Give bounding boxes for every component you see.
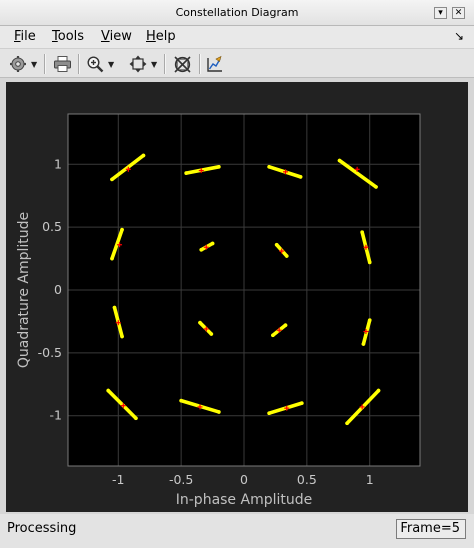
zoom-dropdown-button[interactable]: ▼ [86, 53, 114, 75]
reference-constellation-button[interactable] [173, 53, 192, 75]
chevron-down-icon: ▼ [108, 59, 115, 69]
y-tick-label: 0 [54, 282, 62, 297]
x-tick-label: 1 [366, 472, 374, 487]
menu-file[interactable]: File [14, 29, 36, 44]
received-symbol-point [134, 416, 138, 421]
fit-to-view-icon [129, 55, 147, 73]
toolbar-separator [78, 54, 80, 74]
x-axis-label: In-phase Amplitude [176, 492, 313, 508]
menu-tools[interactable]: Tools [52, 29, 84, 44]
received-symbol-point [179, 398, 183, 403]
received-symbol-point [274, 242, 279, 247]
zoom-in-icon [87, 56, 104, 73]
close-button[interactable]: ✕ [452, 7, 465, 19]
received-symbol-point [284, 254, 289, 258]
received-symbol-point [267, 165, 271, 169]
y-tick-label: 1 [54, 156, 62, 171]
received-symbol-point [210, 241, 215, 246]
received-symbol-point [283, 323, 288, 327]
toolbar-separator [164, 54, 166, 74]
received-symbol-point [217, 165, 221, 169]
received-symbol-point [345, 421, 349, 426]
received-symbol-point [337, 158, 342, 163]
received-symbol-point [120, 334, 124, 339]
received-symbol-point [267, 411, 271, 416]
received-symbol-point [300, 401, 304, 405]
x-tick-label: 0.5 [297, 472, 317, 487]
received-symbol-point [271, 333, 275, 338]
x-tick-label: -1 [112, 472, 124, 487]
autoscale-dropdown-button[interactable]: ▼ [129, 53, 157, 75]
print-icon [54, 56, 71, 72]
y-axis-label: Quadrature Amplitude [16, 212, 32, 368]
frame-counter: Frame=5 [396, 519, 466, 539]
received-symbol-point [110, 256, 114, 261]
x-tick-label: 0 [240, 472, 248, 487]
chevron-down-icon: ▼ [31, 59, 38, 69]
dock-arrow-icon[interactable]: ↘ [454, 29, 464, 43]
status-bar: Processing Frame=5 [0, 514, 474, 548]
print-button[interactable] [53, 53, 72, 75]
gear-icon [10, 56, 26, 72]
received-symbol-point [120, 227, 124, 232]
title-bar: Constellation Diagram ▾ ✕ [0, 0, 474, 26]
received-symbol-point [198, 320, 202, 325]
received-symbol-point [110, 177, 114, 182]
received-symbol-point [367, 260, 372, 265]
reference-constellation-icon [174, 55, 191, 73]
x-tick-labels: -1 -0.5 0 0.5 1 [112, 472, 374, 487]
plot-panel: -1 -0.5 0 0.5 1 1 0.5 0 -0.5 -1 In-phase Amplitu… [6, 82, 468, 512]
toolbar: ▼ ▼ ▼ [0, 48, 474, 78]
received-symbol-point [298, 175, 303, 179]
y-tick-label: -0.5 [38, 345, 62, 360]
toolbar-separator [44, 54, 46, 74]
received-symbol-point [209, 332, 214, 336]
received-symbol-point [106, 388, 111, 393]
settings-dropdown-button[interactable]: ▼ [9, 53, 37, 75]
chevron-down-icon: ▼ [151, 59, 158, 69]
status-text: Processing [7, 521, 77, 536]
received-symbol-point [112, 305, 117, 310]
received-symbol-point [361, 342, 366, 346]
received-symbol-point [367, 318, 372, 322]
window-title: Constellation Diagram [175, 6, 299, 19]
y-tick-label: -1 [50, 408, 62, 423]
received-symbol-point [199, 247, 204, 252]
x-tick-label: -0.5 [169, 472, 193, 487]
edit-properties-icon [207, 55, 222, 72]
received-symbol-point [376, 388, 381, 393]
received-symbol-point [184, 171, 188, 175]
minimize-button[interactable]: ▾ [434, 7, 447, 19]
menu-help[interactable]: Help [146, 29, 176, 44]
constellation-plot[interactable]: -1 -0.5 0 0.5 1 1 0.5 0 -0.5 -1 In-phase Amplitu… [6, 82, 468, 512]
edit-properties-button[interactable] [206, 53, 224, 75]
received-symbol-point [141, 153, 146, 158]
menu-bar: File Tools View Help ↘ [0, 26, 474, 48]
y-tick-label: 0.5 [42, 219, 62, 234]
received-symbol-point [374, 185, 378, 189]
menu-view[interactable]: View [101, 29, 132, 44]
received-symbol-point [360, 230, 364, 234]
received-symbol-point [217, 410, 221, 414]
toolbar-separator [199, 54, 201, 74]
y-tick-labels: 1 0.5 0 -0.5 -1 [38, 156, 62, 422]
